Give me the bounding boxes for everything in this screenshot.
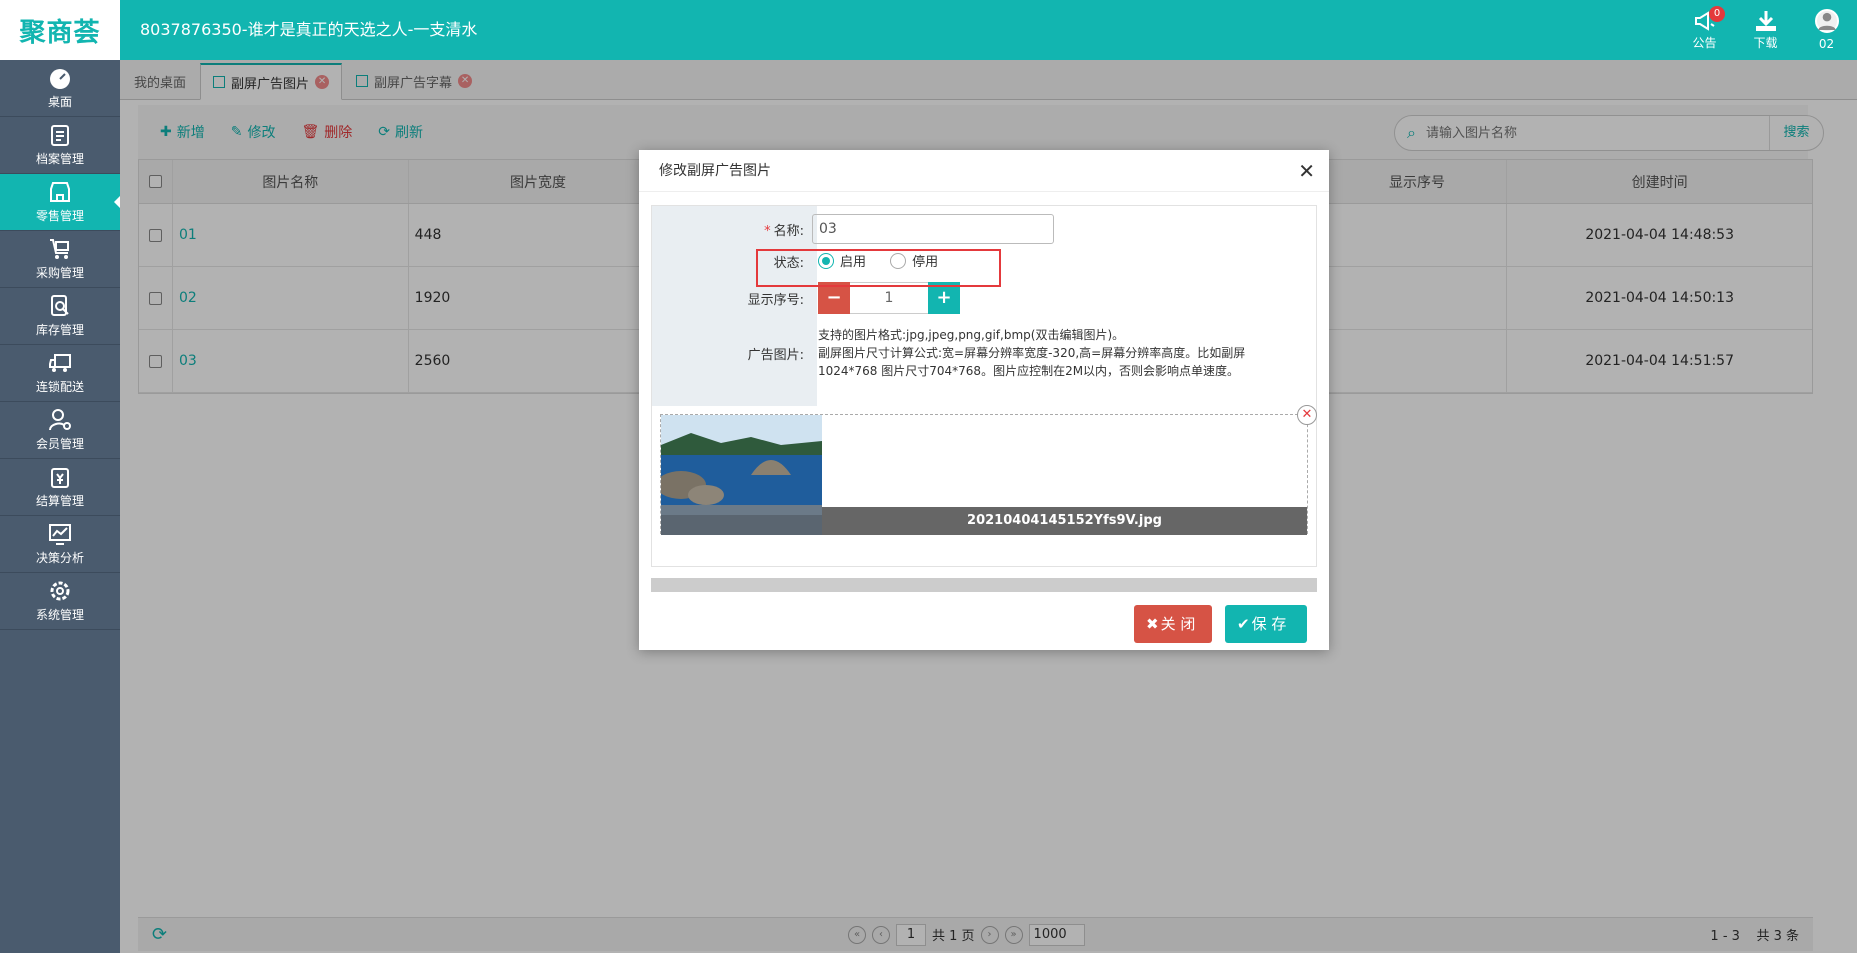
sidebar-item-inventory[interactable]: 库存管理 [0,288,120,345]
sidebar-item-label: 会员管理 [35,437,84,451]
image-hint: 支持的图片格式:jpg,jpeg,png,gif,bmp(双击编辑图片)。 副屏… [812,326,1272,380]
save-button[interactable]: ✔ 保 存 [1225,605,1307,643]
required-mark: * [764,223,771,239]
truck-icon [49,354,71,372]
sidebar-item-label: 决策分析 [35,551,84,565]
hint-formats: 支持的图片格式:jpg,jpeg,png,gif,bmp(双击编辑图片)。 [818,328,1125,342]
notice-label: 公告 [1692,35,1717,50]
sidebar-item-label: 采购管理 [35,266,84,280]
landscape-image [661,415,822,535]
notice-button[interactable]: 0 公告 [1674,0,1735,60]
image-file-name: 20210404145152Yfs9V.jpg [822,507,1307,535]
inventory-icon [51,295,69,316]
sidebar-item-label: 库存管理 [35,323,84,337]
name-label: 名称: [773,223,804,239]
sidebar-item-label: 连锁配送 [35,380,84,394]
sidebar-item-label: 桌面 [47,95,72,109]
hint-size: 副屏图片尺寸计算公式:宽=屏幕分辨率宽度-320,高=屏幕分辨率高度。比如副屏1… [818,346,1246,378]
name-label-wrap: * 名称: [652,220,812,239]
sidebar-item-delivery[interactable]: 连锁配送 [0,345,120,402]
archive-icon [51,125,69,146]
app-title: 8037876350-谁才是真正的天选之人-一支清水 [140,20,478,39]
sidebar-item-retail[interactable]: 零售管理 [0,174,120,231]
sidebar-item-label: 结算管理 [35,494,84,508]
avatar [1814,9,1839,33]
edit-ad-image-dialog: 修改副屏广告图片 ✕ * 名称: 03 状态: 启用 停用 显示序号: − 1 +… [639,150,1329,650]
close-icon[interactable]: ✕ [1298,150,1315,192]
user-menu[interactable]: 02 [1796,0,1857,60]
order-label: 显示序号: [747,292,804,308]
top-actions: 0 公告 下载 02 [1674,0,1857,60]
x-icon: ✖ [1146,615,1159,633]
settlement-icon [51,468,69,488]
sidebar-item-system[interactable]: 系统管理 [0,573,120,630]
sidebar-item-purchase[interactable]: 采购管理 [0,231,120,288]
dialog-header: 修改副屏广告图片 ✕ [639,150,1329,192]
image-upload-box[interactable]: 20210404145152Yfs9V.jpg ✕ [660,405,1317,535]
sidebar-item-label: 系统管理 [35,608,84,622]
dialog-title: 修改副屏广告图片 [659,163,771,179]
sidebar-item-analysis[interactable]: 决策分析 [0,516,120,573]
sidebar-item-desktop[interactable]: 桌面 [0,60,120,117]
remove-image-icon[interactable]: ✕ [1297,405,1317,425]
ad-image-thumbnail[interactable] [661,415,822,535]
sidebar-item-label: 档案管理 [35,152,84,166]
download-label: 下载 [1753,35,1778,50]
sidebar-item-label: 零售管理 [35,209,84,223]
image-row: 广告图片: 支持的图片格式:jpg,jpeg,png,gif,bmp(双击编辑图… [652,326,1318,380]
top-bar: 聚商荟 8037876350-谁才是真正的天选之人-一支清水 0 公告 下载 0… [0,0,1857,60]
status-highlight-box [756,249,1001,287]
member-icon [49,409,71,431]
user-label: 02 [1818,37,1835,51]
notice-badge: 0 [1709,6,1725,22]
sidebar-item-member[interactable]: 会员管理 [0,402,120,459]
horizontal-scrollbar[interactable] [651,578,1317,592]
image-label: 广告图片: [747,347,804,363]
analysis-icon [49,524,71,545]
close-button[interactable]: ✖ 关 闭 [1134,605,1212,643]
check-icon: ✔ [1237,615,1250,633]
download-icon [1755,10,1776,31]
settings-icon [50,581,70,601]
store-icon [50,182,70,202]
dialog-buttons: ✖ 关 闭 ✔ 保 存 [1134,605,1307,643]
close-label: 关 闭 [1160,615,1196,633]
cart-icon [50,239,69,259]
name-input[interactable]: 03 [812,214,1054,244]
download-button[interactable]: 下载 [1735,0,1796,60]
sidebar-item-settlement[interactable]: 结算管理 [0,459,120,516]
sidebar: 桌面 档案管理 零售管理 采购管理 库存管理 连锁配送 会员管理 结算管理 决策… [0,60,120,953]
app-logo: 聚商荟 [0,0,120,60]
sidebar-item-archive[interactable]: 档案管理 [0,117,120,174]
save-label: 保 存 [1251,615,1287,633]
user-icon [1817,12,1836,30]
name-row: * 名称: 03 [652,214,1318,244]
dashboard-icon [50,69,70,89]
